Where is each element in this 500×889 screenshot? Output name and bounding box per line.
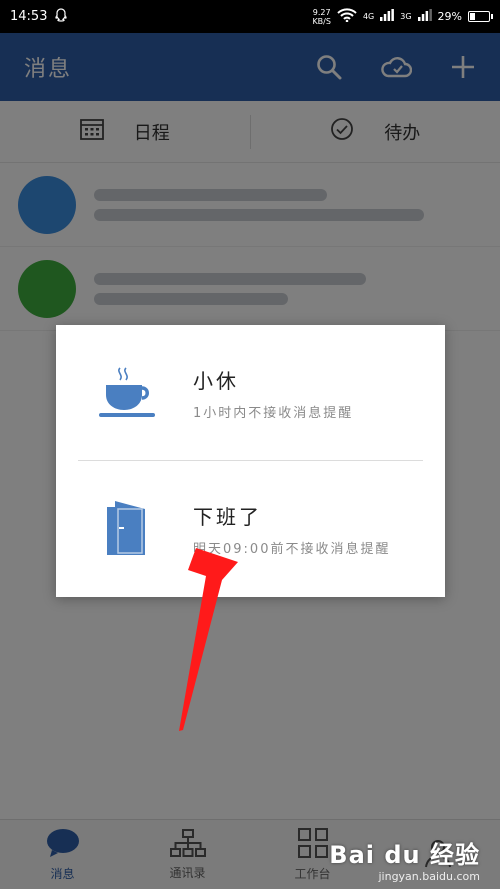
wifi-icon	[337, 8, 357, 25]
dnd-dialog: 小休 1小时内不接收消息提醒 下班了 明天09:00前不接收消息提醒	[56, 325, 445, 597]
status-bar: 14:53 9.27 KB/S 4G 3G 29%	[0, 0, 500, 33]
signal-3g: 3G	[400, 12, 412, 21]
battery-fill	[470, 13, 475, 20]
coffee-cup-icon	[98, 363, 158, 423]
option-description: 1小时内不接收消息提醒	[193, 406, 354, 421]
signal-4g: 4G	[362, 12, 375, 21]
battery-percent: 29%	[437, 10, 462, 23]
option-title: 下班了	[193, 505, 262, 529]
door-icon	[98, 499, 158, 559]
option-short-break[interactable]: 小休 1小时内不接收消息提醒	[56, 325, 445, 461]
option-title: 小休	[193, 369, 239, 393]
qq-icon	[55, 7, 68, 26]
battery-icon	[468, 11, 493, 22]
signal-bars-icon	[380, 9, 395, 24]
status-time: 14:53	[10, 9, 48, 24]
option-description: 明天09:00前不接收消息提醒	[193, 542, 391, 557]
watermark-logo: Bai du 经验	[329, 841, 480, 869]
signal-bars-icon	[417, 9, 432, 24]
watermark: Bai du 经验 jingyan.baidu.com	[329, 835, 480, 883]
watermark-url: jingyan.baidu.com	[378, 870, 480, 883]
net-speed: 9.27 KB/S	[312, 7, 331, 26]
option-off-work[interactable]: 下班了 明天09:00前不接收消息提醒	[56, 461, 445, 597]
